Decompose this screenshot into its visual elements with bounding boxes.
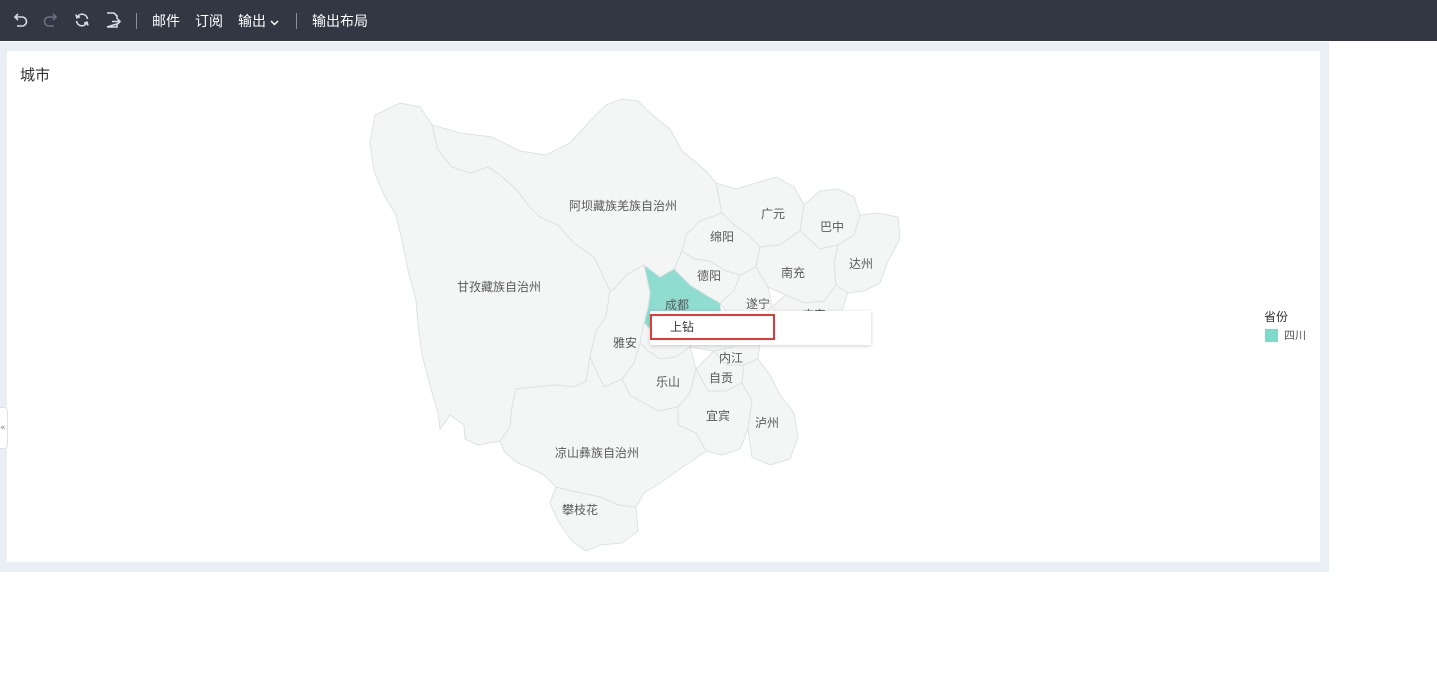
output-dropdown[interactable]: 输出: [238, 11, 279, 31]
legend-swatch: [1265, 328, 1278, 342]
city-label[interactable]: 凉山彝族自治州: [555, 444, 639, 461]
toolbar-separator: [136, 13, 137, 29]
context-menu: 上钻: [650, 311, 871, 345]
toolbar: 邮件 订阅 输出 输出布局: [0, 0, 1437, 41]
output-layout-button[interactable]: 输出布局: [312, 11, 368, 31]
widget-title: 城市: [20, 66, 51, 84]
city-label[interactable]: 甘孜藏族自治州: [457, 278, 541, 295]
city-label[interactable]: 雅安: [613, 334, 637, 351]
legend-title: 省份: [1264, 310, 1289, 324]
city-label[interactable]: 达州: [849, 255, 873, 272]
city-label[interactable]: 阿坝藏族羌族自治州: [569, 197, 677, 214]
city-label[interactable]: 绵阳: [710, 228, 734, 245]
city-label[interactable]: 内江: [719, 349, 743, 366]
city-label[interactable]: 泸州: [755, 414, 779, 431]
city-label[interactable]: 德阳: [697, 267, 721, 284]
output-label: 输出: [238, 14, 266, 30]
drill-up-menu-item[interactable]: 上钻: [650, 314, 775, 340]
legend-item[interactable]: 四川: [1265, 327, 1306, 343]
mail-button[interactable]: 邮件: [152, 11, 180, 31]
city-label[interactable]: 巴中: [820, 218, 844, 235]
city-label[interactable]: 自贡: [709, 369, 733, 386]
map-region-luzhou[interactable]: [741, 358, 799, 466]
city-label[interactable]: 攀枝花: [562, 501, 598, 518]
collapse-tab[interactable]: «: [0, 407, 8, 449]
redo-icon[interactable]: [40, 9, 62, 31]
export-icon[interactable]: [102, 9, 124, 31]
city-label[interactable]: 遂宁: [746, 295, 770, 312]
city-label[interactable]: 广元: [761, 205, 785, 222]
chevron-down-icon: [270, 14, 279, 30]
city-label[interactable]: 宜宾: [706, 407, 730, 424]
refresh-icon[interactable]: [71, 9, 93, 31]
subscribe-button[interactable]: 订阅: [195, 11, 223, 31]
legend-label: 四川: [1284, 329, 1306, 342]
toolbar-separator: [296, 13, 297, 29]
city-label[interactable]: 南充: [781, 264, 805, 281]
undo-icon[interactable]: [9, 9, 31, 31]
city-label[interactable]: 乐山: [656, 373, 680, 390]
